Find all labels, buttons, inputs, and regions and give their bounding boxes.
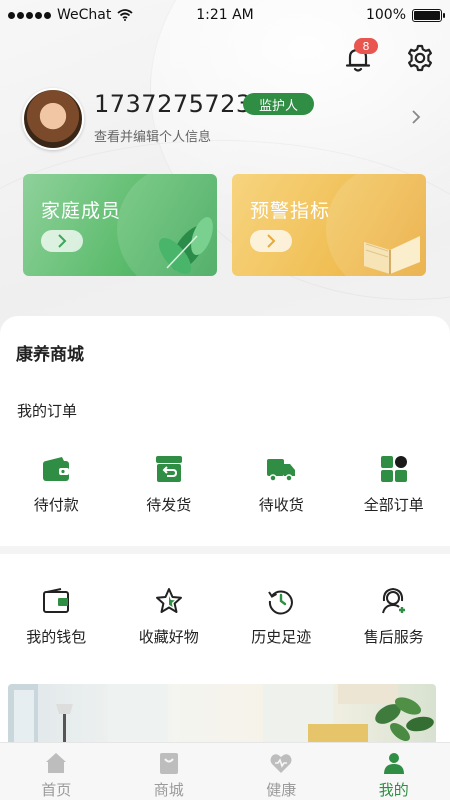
tab-home-label: 首页 [41, 781, 72, 799]
bottom-tab-bar: 首页 商城 健康 我的 [0, 742, 450, 800]
family-members-card[interactable]: 家庭成员 [23, 174, 217, 276]
profile-section[interactable]: 1737275723 监护人 查看并编辑个人信息 [22, 88, 432, 150]
header-background [0, 0, 450, 340]
order-pending-receipt[interactable]: 待收货 [225, 454, 338, 515]
avatar[interactable] [22, 88, 84, 150]
signal-dots-icon [8, 11, 51, 19]
service-after-sales-label: 售后服务 [363, 628, 424, 646]
status-bar: WeChat 1:21 AM 100% [0, 0, 450, 30]
service-wallet-label: 我的钱包 [26, 628, 87, 646]
leaves-icon [158, 216, 213, 275]
battery-percent: 100% [365, 7, 406, 23]
tab-home[interactable]: 首页 [0, 743, 113, 800]
order-all-label: 全部订单 [363, 496, 424, 514]
box-return-icon [154, 454, 184, 484]
wallet-icon [41, 454, 71, 484]
service-after-sales[interactable]: 售后服务 [338, 586, 450, 647]
truck-icon [266, 454, 296, 484]
order-pending-payment-label: 待付款 [33, 496, 79, 514]
heart-icon [270, 754, 292, 773]
family-go-button[interactable] [41, 230, 83, 252]
open-book-icon [364, 236, 420, 274]
family-members-label: 家庭成员 [41, 200, 122, 222]
wifi-icon [117, 9, 133, 21]
notification-badge: 8 [354, 38, 378, 54]
mall-title: 康养商城 [16, 345, 84, 365]
service-favorites[interactable]: 收藏好物 [113, 586, 226, 647]
person-icon [383, 753, 404, 774]
tab-mine[interactable]: 我的 [338, 743, 450, 800]
user-phone: 1737275723 [94, 90, 252, 118]
chevron-right-icon [58, 234, 67, 248]
star-icon [154, 586, 184, 616]
tab-health[interactable]: 健康 [225, 743, 338, 800]
wallet-outline-icon [41, 586, 71, 616]
tab-mall[interactable]: 商城 [113, 743, 226, 800]
service-history-label: 历史足迹 [251, 628, 312, 646]
order-pending-shipment-label: 待发货 [146, 496, 192, 514]
warning-indicators-label: 预警指标 [250, 200, 331, 222]
service-wallet[interactable]: 我的钱包 [0, 586, 113, 647]
grid-icon [379, 454, 409, 484]
order-pending-payment[interactable]: 待付款 [0, 454, 113, 515]
history-icon [266, 586, 296, 616]
carrier-label: WeChat [57, 7, 112, 23]
order-pending-shipment[interactable]: 待发货 [113, 454, 226, 515]
mall-panel: 康养商城 我的订单 待付款 待发货 待收货 全部订单 [0, 316, 450, 546]
tab-mall-label: 商城 [153, 781, 184, 799]
edit-profile-hint[interactable]: 查看并编辑个人信息 [94, 126, 211, 145]
gear-icon[interactable] [406, 44, 434, 72]
service-history[interactable]: 历史足迹 [225, 586, 338, 647]
chevron-right-icon[interactable] [410, 109, 422, 125]
tab-health-label: 健康 [266, 781, 297, 799]
order-pending-receipt-label: 待收货 [258, 496, 304, 514]
warning-indicators-card[interactable]: 预警指标 [232, 174, 426, 276]
services-row: 我的钱包 收藏好物 历史足迹 售后服务 [0, 586, 450, 647]
order-all[interactable]: 全部订单 [338, 454, 450, 515]
battery-icon [412, 8, 445, 22]
chevron-right-icon [267, 234, 276, 248]
my-orders-title: 我的订单 [17, 402, 78, 420]
role-badge: 监护人 [243, 93, 315, 115]
service-favorites-label: 收藏好物 [138, 628, 199, 646]
orders-row: 待付款 待发货 待收货 全部订单 [0, 454, 450, 515]
home-icon [46, 753, 67, 773]
tab-mine-label: 我的 [378, 781, 409, 799]
warning-go-button[interactable] [250, 230, 292, 252]
support-agent-icon [379, 586, 409, 616]
shopping-bag-icon [159, 753, 178, 774]
